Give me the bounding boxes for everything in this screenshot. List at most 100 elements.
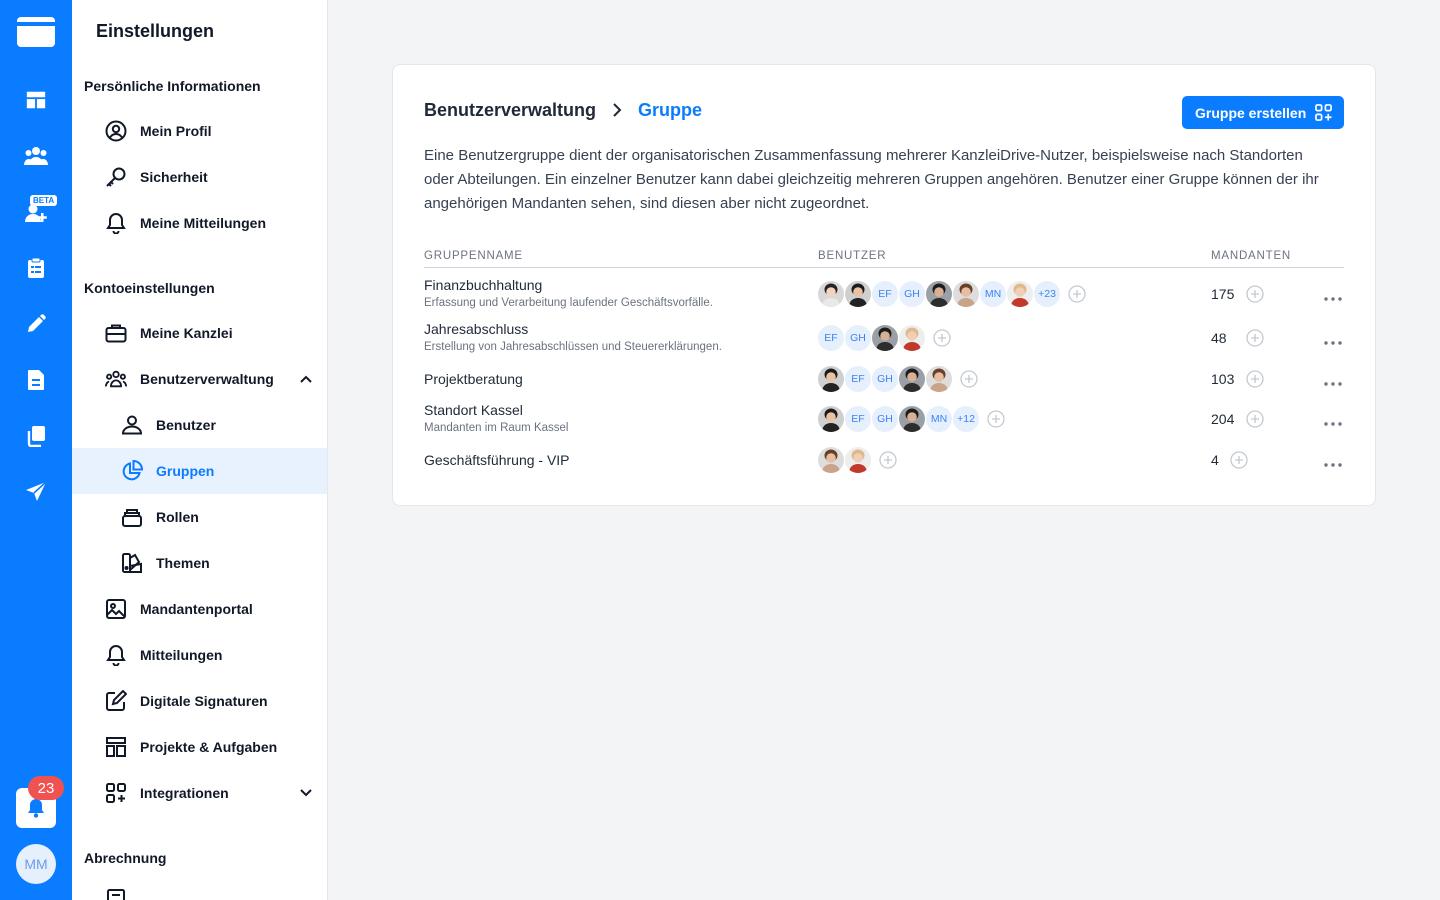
table-row[interactable]: Finanzbuchhaltung Erfassung und Verarbeit… [393,274,1375,314]
users-pair-icon [121,414,143,436]
member-initials[interactable]: GH [871,405,899,433]
nav-roles[interactable]: Rollen [72,494,327,540]
breadcrumb-root[interactable]: Benutzerverwaltung [424,100,596,121]
document-icon[interactable] [20,364,52,396]
add-client-icon[interactable] [1230,451,1248,469]
group-name[interactable]: Jahresabschluss [424,321,528,337]
group-name[interactable]: Geschäftsführung - VIP [424,452,570,468]
users-icon[interactable] [20,140,52,172]
send-icon[interactable] [20,476,52,508]
more-members-badge[interactable]: +12 [952,405,980,433]
member-avatars: EF GH MN +12 [817,404,1005,434]
add-member-icon[interactable] [960,370,978,388]
briefcase-icon [105,322,127,344]
chevron-down-icon[interactable] [298,785,314,801]
add-member-icon[interactable] [987,410,1005,428]
nav-label: Gruppen [156,463,215,479]
add-member-icon[interactable] [933,329,951,347]
image-icon [105,598,127,620]
member-avatar[interactable] [925,280,953,308]
table-row[interactable]: Standort Kassel Mandanten im Raum Kassel E… [393,399,1375,439]
nav-groups[interactable]: Gruppen [72,448,327,494]
add-client-icon[interactable] [1246,285,1264,303]
member-avatar[interactable] [817,365,845,393]
nav-user-management[interactable]: Benutzerverwaltung [72,356,327,402]
nav-my-firm[interactable]: Meine Kanzlei [72,310,327,356]
column-header-clients: Mandanten [1211,250,1292,262]
more-options-icon[interactable] [1323,456,1343,467]
member-initials[interactable]: EF [817,324,845,352]
member-avatar[interactable] [925,365,953,393]
member-initials[interactable]: EF [871,280,899,308]
member-initials[interactable]: GH [844,324,872,352]
folder-logo-icon[interactable] [16,16,56,48]
table-row[interactable]: Jahresabschluss Erstellung von Jahresabsc… [393,318,1375,358]
member-avatars: EF GH [817,364,978,394]
member-avatar[interactable] [898,365,926,393]
add-client-icon[interactable] [1246,370,1264,388]
member-avatar[interactable] [952,280,980,308]
pie-chart-icon [121,460,143,482]
group-management-card: Benutzerverwaltung Gruppe Gruppe erstell… [392,64,1376,506]
member-avatar[interactable] [817,405,845,433]
member-avatar[interactable] [871,324,899,352]
table-row[interactable]: Geschäftsführung - VIP 4 [393,440,1375,480]
nav-client-portal[interactable]: Mandantenportal [72,586,327,632]
pencil-icon[interactable] [20,308,52,340]
group-name[interactable]: Finanzbuchhaltung [424,277,542,293]
palette-icon [121,552,143,574]
member-avatar[interactable] [844,280,872,308]
nav-label: Integrationen [140,785,229,801]
nav-digital-signatures[interactable]: Digitale Signaturen [72,678,327,724]
table-row[interactable]: Projektberatung EF GH 103 [393,359,1375,399]
more-options-icon[interactable] [1323,415,1343,426]
key-icon [105,166,127,188]
member-initials[interactable]: GH [871,365,899,393]
nav-my-notifications[interactable]: Meine Mitteilungen [72,200,327,246]
breadcrumb-current[interactable]: Gruppe [638,100,702,121]
member-avatar[interactable] [817,446,845,474]
notification-count-badge: 23 [28,776,64,800]
add-client-icon[interactable] [1246,410,1264,428]
nav-label: Digitale Signaturen [140,693,268,709]
member-initials[interactable]: GH [898,280,926,308]
member-initials[interactable]: MN [925,405,953,433]
clipboard-icon[interactable] [20,252,52,284]
nav-themes[interactable]: Themen [72,540,327,586]
group-desc: Mandanten im Raum Kassel [424,422,569,434]
nav-projects-tasks[interactable]: Projekte & Aufgaben [72,724,327,770]
copy-icon[interactable] [20,420,52,452]
add-member-icon[interactable] [1068,285,1086,303]
nav-integrations[interactable]: Integrationen [72,770,327,816]
nav-label: Projekte & Aufgaben [140,739,278,755]
dashboard-icon[interactable] [20,84,52,116]
member-avatar[interactable] [898,405,926,433]
nav-users[interactable]: Benutzer [72,402,327,448]
nav-label: Mein Profil [140,123,212,139]
more-options-icon[interactable] [1323,375,1343,386]
member-avatar[interactable] [1006,280,1034,308]
more-members-badge[interactable]: +23 [1033,280,1061,308]
chevron-up-icon[interactable] [298,371,314,387]
nav-billing-item[interactable] [72,876,327,900]
member-initials[interactable]: MN [979,280,1007,308]
member-initials[interactable]: EF [844,365,872,393]
member-initials[interactable]: EF [844,405,872,433]
member-avatar[interactable] [844,446,872,474]
add-client-icon[interactable] [1246,329,1264,347]
group-name[interactable]: Standort Kassel [424,402,523,418]
nav-notifications[interactable]: Mitteilungen [72,632,327,678]
member-avatar[interactable] [817,280,845,308]
add-member-icon[interactable] [879,451,897,469]
nav-security[interactable]: Sicherheit [72,154,327,200]
group-desc: Erfassung und Verarbeitung laufender Ges… [424,297,713,309]
create-group-button[interactable]: Gruppe erstellen [1182,96,1344,129]
member-avatar[interactable] [898,324,926,352]
more-options-icon[interactable] [1323,334,1343,345]
nav-my-profile[interactable]: Mein Profil [72,108,327,154]
column-header-users: Benutzer [818,250,887,262]
group-name[interactable]: Projektberatung [424,371,523,387]
more-options-icon[interactable] [1323,290,1343,301]
user-avatar[interactable]: MM [16,844,56,884]
profile-icon [105,120,127,142]
